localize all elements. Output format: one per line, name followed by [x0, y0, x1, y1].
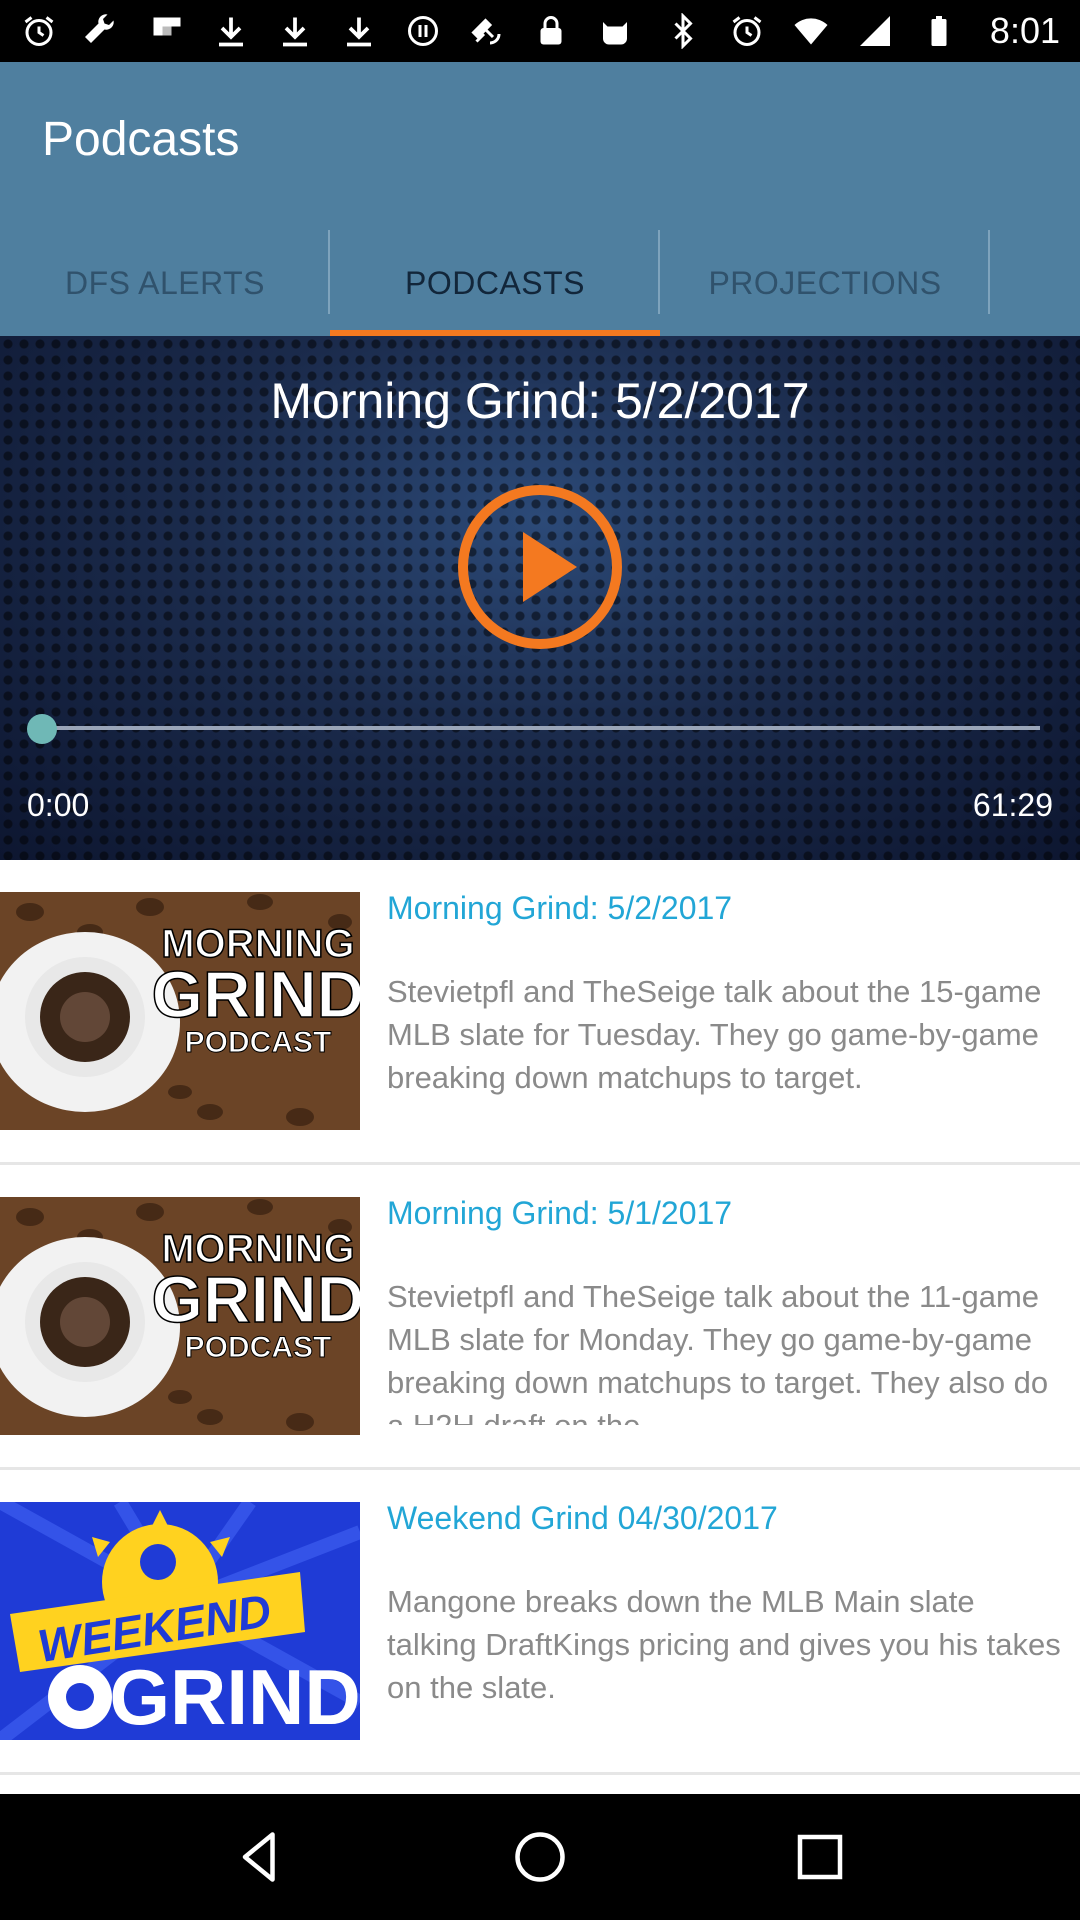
- episode-list: MORNING GRIND PODCAST Morning Grind: 5/2…: [0, 860, 1080, 1775]
- home-icon: [515, 1832, 565, 1882]
- cat-icon: [596, 12, 634, 50]
- tab-dfs-alerts[interactable]: DFS ALERTS: [0, 230, 330, 336]
- episode-thumbnail: WEEKEND GRIND: [0, 1502, 360, 1740]
- tab-label: DFS ALERTS: [64, 264, 266, 301]
- alarm-icon: [20, 12, 58, 50]
- play-circle-icon: [458, 485, 622, 649]
- thumb-text-line3: PODCAST: [185, 1331, 332, 1364]
- audio-player: Morning Grind: 5/2/2017 0:00 61:29: [0, 336, 1080, 860]
- status-time: 8:01: [989, 10, 1060, 51]
- episode-title: Morning Grind: 5/1/2017: [387, 1195, 733, 1231]
- player-title: Morning Grind: 5/2/2017: [270, 373, 810, 429]
- play-button[interactable]: [455, 482, 625, 652]
- app-bar: Podcasts DFS ALERTS PODCASTS PROJECTIONS: [0, 62, 1080, 336]
- download-icon: [212, 12, 250, 50]
- page-title: Podcasts: [42, 113, 240, 166]
- thumb-text-line3: PODCAST: [185, 1026, 332, 1059]
- episode-title: Morning Grind: 5/2/2017: [387, 890, 733, 926]
- bluetooth-icon: [664, 12, 702, 50]
- episode-description: Mangone breaks down the MLB Main slate t…: [387, 1584, 1061, 1705]
- status-right-icons: 8:01: [664, 10, 1060, 52]
- flipboard-icon: [148, 12, 186, 50]
- tab-podcasts[interactable]: PODCASTS: [330, 230, 660, 336]
- back-icon: [242, 1832, 275, 1882]
- tab-label: PODCASTS: [404, 264, 586, 301]
- recents-icon: [797, 1834, 843, 1880]
- signal-icon: [856, 12, 894, 50]
- tab-label: PROJECTIONS: [708, 264, 942, 301]
- back-button[interactable]: [225, 1822, 295, 1892]
- thumb-text-line2: GRIND: [152, 957, 360, 1031]
- total-time: 61:29: [972, 787, 1053, 823]
- home-button[interactable]: [505, 1822, 575, 1892]
- media-icon: [404, 12, 442, 50]
- recents-button[interactable]: [785, 1822, 855, 1892]
- list-item[interactable]: MORNING GRIND PODCAST Morning Grind: 5/2…: [0, 860, 1080, 1165]
- tab-divider: [988, 230, 990, 314]
- wifi-icon: [792, 12, 830, 50]
- tab-overflow: [990, 230, 1080, 336]
- episode-thumbnail: MORNING GRIND PODCAST: [0, 892, 360, 1130]
- satellite-icon: [468, 12, 506, 50]
- episode-thumbnail: MORNING GRIND PODCAST: [0, 1197, 360, 1435]
- alarm-icon: [728, 12, 766, 50]
- thumb-text-line2: GRIND: [152, 1262, 360, 1336]
- list-item[interactable]: WEEKEND GRIND Weekend Grind 04/30/2017 M…: [0, 1470, 1080, 1775]
- download-icon: [276, 12, 314, 50]
- battery-icon: [920, 12, 958, 50]
- lock-icon: [532, 12, 570, 50]
- list-item[interactable]: MORNING GRIND PODCAST Morning Grind: 5/1…: [0, 1165, 1080, 1470]
- status-bar: 8:01: [0, 0, 1080, 62]
- status-left-icons: [20, 12, 634, 50]
- current-time: 0:00: [27, 787, 90, 823]
- thumb-text-line2: GRIND: [109, 1653, 360, 1740]
- wrench-icon: [84, 12, 122, 50]
- tab-projections[interactable]: PROJECTIONS: [660, 230, 990, 336]
- system-nav-bar: [0, 1794, 1080, 1920]
- download-icon: [340, 12, 378, 50]
- seek-bar[interactable]: [40, 726, 1040, 730]
- episode-title: Weekend Grind 04/30/2017: [387, 1500, 778, 1536]
- episode-description: Stevietpfl and TheSeige talk about the 1…: [387, 974, 1042, 1095]
- tab-bar: DFS ALERTS PODCASTS PROJECTIONS: [0, 230, 1080, 336]
- seek-thumb[interactable]: [27, 714, 57, 744]
- episode-description: Stevietpfl and TheSeige talk about the 1…: [387, 1279, 1049, 1425]
